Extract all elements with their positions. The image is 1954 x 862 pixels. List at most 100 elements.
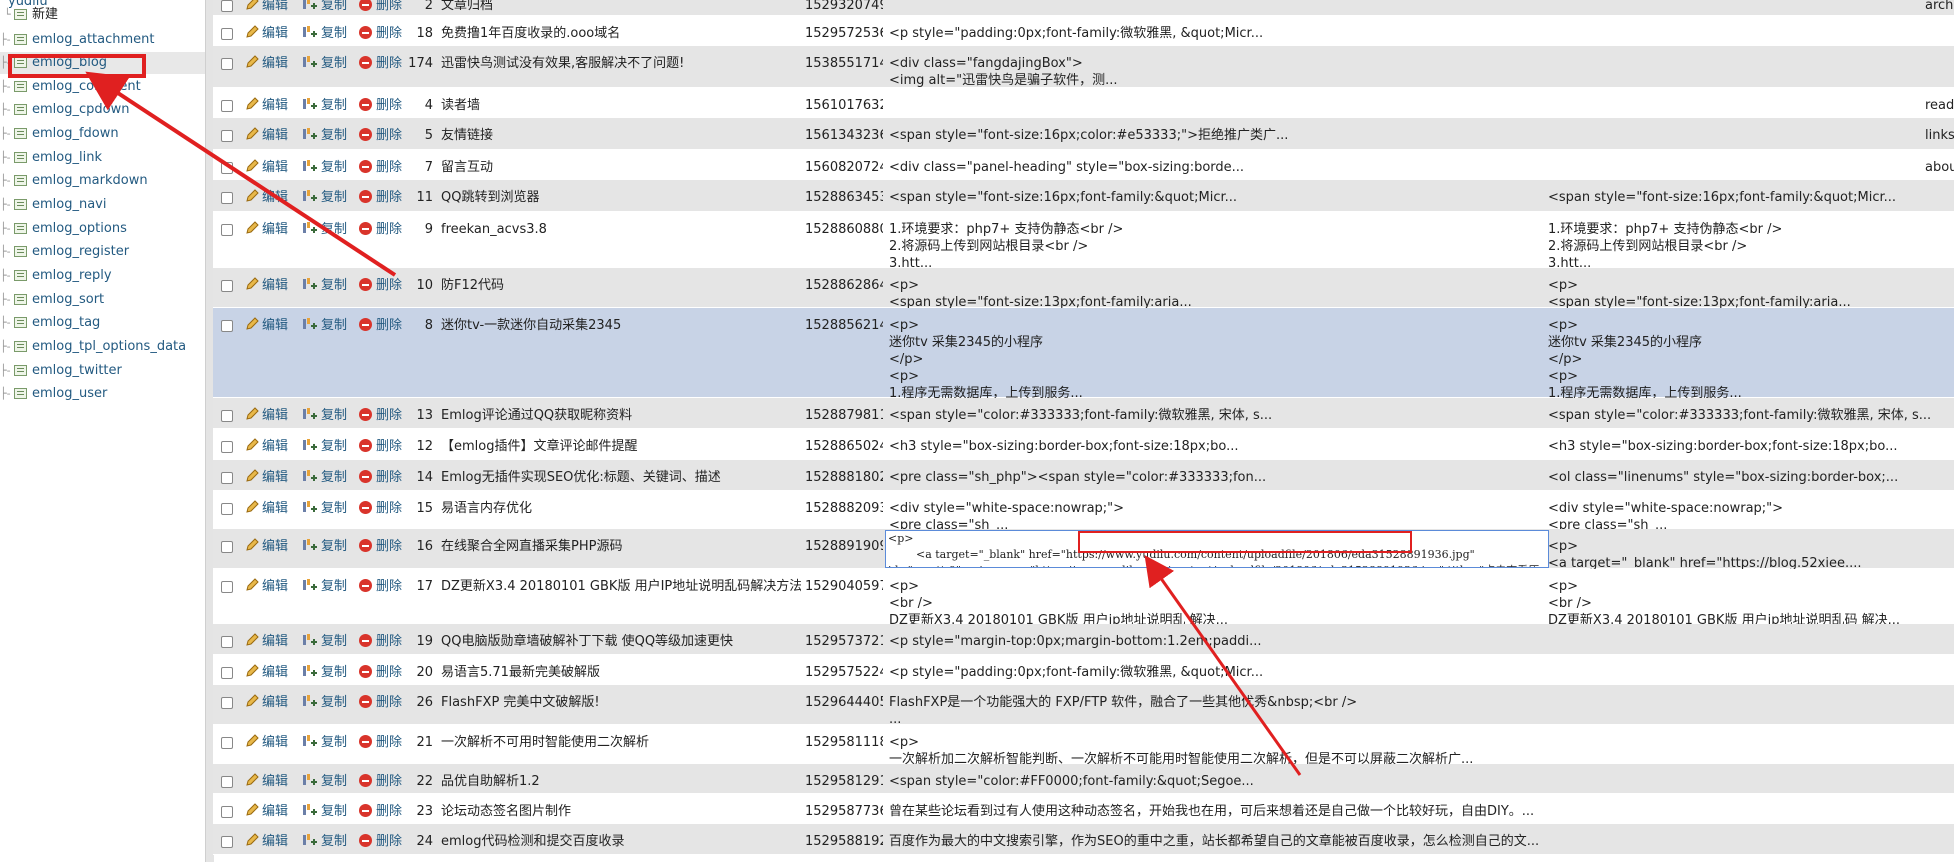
delete-label[interactable]: 删除 <box>376 439 402 454</box>
copy-label[interactable]: 复制 <box>321 665 347 680</box>
copy-label[interactable]: 复制 <box>321 278 347 293</box>
delete-link[interactable]: 删除 <box>359 25 402 43</box>
copy-link[interactable]: 复制 <box>302 97 347 115</box>
delete-link[interactable]: 删除 <box>359 317 402 335</box>
delete-link[interactable]: 删除 <box>359 833 402 851</box>
row-checkbox[interactable] <box>221 320 233 332</box>
edit-label[interactable]: 编辑 <box>262 190 288 205</box>
copy-link[interactable]: 复制 <box>302 833 347 851</box>
row-checkbox[interactable] <box>221 441 233 453</box>
delete-link[interactable]: 删除 <box>359 55 402 73</box>
copy-label[interactable]: 复制 <box>321 439 347 454</box>
copy-label[interactable]: 复制 <box>321 695 347 710</box>
table-row[interactable]: 编辑 复制 删除 14 Emlog无插件实现SEO优化:标题、关键词、描述 1528881… <box>213 460 1954 491</box>
edit-link[interactable]: 编辑 <box>245 664 288 682</box>
copy-label[interactable]: 复制 <box>321 56 347 71</box>
copy-label[interactable]: 复制 <box>321 0 347 13</box>
copy-label[interactable]: 复制 <box>321 128 347 143</box>
delete-label[interactable]: 删除 <box>376 834 402 849</box>
row-checkbox[interactable] <box>221 100 233 112</box>
table-name-label[interactable]: emlog_sort <box>32 289 104 311</box>
delete-link[interactable]: 删除 <box>359 189 402 207</box>
edit-label[interactable]: 编辑 <box>262 579 288 594</box>
copy-label[interactable]: 复制 <box>321 160 347 175</box>
tree-expand-toggle[interactable]: ├- <box>0 360 12 382</box>
table-row[interactable]: 编辑 复制 删除 7 留言互动 1560820724 <div class="panel-h… <box>213 150 1954 180</box>
table-name-label[interactable]: emlog_tag <box>32 312 100 334</box>
table-name-label[interactable]: emlog_comment <box>32 76 141 98</box>
row-checkbox[interactable] <box>221 0 233 12</box>
table-name-label[interactable]: emlog_tpl_options_data <box>32 336 186 358</box>
edit-link[interactable]: 编辑 <box>245 317 288 335</box>
copy-label[interactable]: 复制 <box>321 222 347 237</box>
copy-link[interactable]: 复制 <box>302 500 347 518</box>
table-row[interactable]: 编辑 复制 删除 23 论坛动态签名图片制作 1529587736 曾在某些论坛看到过有人使… <box>213 794 1954 824</box>
copy-label[interactable]: 复制 <box>321 190 347 205</box>
delete-label[interactable]: 删除 <box>376 665 402 680</box>
delete-label[interactable]: 删除 <box>376 408 402 423</box>
copy-link[interactable]: 复制 <box>302 773 347 791</box>
edit-label[interactable]: 编辑 <box>262 160 288 175</box>
edit-label[interactable]: 编辑 <box>262 26 288 41</box>
table-row[interactable]: 编辑 复制 删除 174 迅雷快鸟测试没有效果,客服解决不了问题! 1538551714 <… <box>213 46 1954 88</box>
edit-label[interactable]: 编辑 <box>262 735 288 750</box>
copy-label[interactable]: 复制 <box>321 501 347 516</box>
table-row[interactable]: 编辑 复制 删除 13 Emlog评论通过QQ获取昵称资料 1528879811 <span… <box>213 398 1954 429</box>
delete-label[interactable]: 删除 <box>376 160 402 175</box>
table-row[interactable]: 编辑 复制 删除 2 文章归档 1529320749 archi <box>213 0 1954 16</box>
edit-label[interactable]: 编辑 <box>262 774 288 789</box>
new-table-label[interactable]: 新建 <box>32 4 58 26</box>
row-checkbox[interactable] <box>221 28 233 40</box>
edit-label[interactable]: 编辑 <box>262 634 288 649</box>
table-name-label[interactable]: emlog_link <box>32 147 102 169</box>
table-row[interactable]: 编辑 复制 删除 19 QQ电脑版勋章墙破解补丁下载 使QQ等级加速更快 15295737… <box>213 624 1954 655</box>
row-checkbox[interactable] <box>221 737 233 749</box>
tree-expand-toggle[interactable]: ├- <box>0 99 12 121</box>
table-row[interactable]: 编辑 复制 删除 15 易语言内存优化 1528882093 <div style="whi… <box>213 491 1954 533</box>
row-checkbox[interactable] <box>221 581 233 593</box>
delete-link[interactable]: 删除 <box>359 633 402 651</box>
copy-label[interactable]: 复制 <box>321 98 347 113</box>
delete-label[interactable]: 删除 <box>376 318 402 333</box>
copy-link[interactable]: 复制 <box>302 0 347 15</box>
copy-link[interactable]: 复制 <box>302 277 347 295</box>
tree-expand-toggle[interactable]: ├- <box>0 76 12 98</box>
row-checkbox[interactable] <box>221 503 233 515</box>
edit-link[interactable]: 编辑 <box>245 633 288 651</box>
table-name-label[interactable]: emlog_cpdown <box>32 99 129 121</box>
delete-link[interactable]: 删除 <box>359 773 402 791</box>
delete-label[interactable]: 删除 <box>376 539 402 554</box>
edit-link[interactable]: 编辑 <box>245 159 288 177</box>
row-checkbox[interactable] <box>221 192 233 204</box>
tree-expand-toggle[interactable]: ├- <box>0 218 12 240</box>
edit-label[interactable]: 编辑 <box>262 128 288 143</box>
copy-link[interactable]: 复制 <box>302 633 347 651</box>
row-checkbox[interactable] <box>221 472 233 484</box>
copy-link[interactable]: 复制 <box>302 221 347 239</box>
tree-expand-toggle[interactable]: ├- <box>0 170 12 192</box>
delete-link[interactable]: 删除 <box>359 469 402 487</box>
edit-label[interactable]: 编辑 <box>262 695 288 710</box>
edit-link[interactable]: 编辑 <box>245 694 288 712</box>
table-name-label[interactable]: emlog_reply <box>32 265 112 287</box>
edit-link[interactable]: 编辑 <box>245 803 288 821</box>
delete-label[interactable]: 删除 <box>376 98 402 113</box>
row-checkbox[interactable] <box>221 162 233 174</box>
edit-link[interactable]: 编辑 <box>245 25 288 43</box>
delete-label[interactable]: 删除 <box>376 56 402 71</box>
delete-label[interactable]: 删除 <box>376 278 402 293</box>
table-row[interactable]: 编辑 复制 删除 8 迷你tv-一款迷你自动采集2345 1528856214 <p> 迷你… <box>213 308 1954 401</box>
edit-link[interactable]: 编辑 <box>245 469 288 487</box>
table-row[interactable]: 编辑 复制 删除 12 【emlog插件】文章评论邮件提醒 1528865024 <h3 s… <box>213 429 1954 460</box>
delete-link[interactable]: 删除 <box>359 538 402 556</box>
table-row[interactable]: 编辑 复制 删除 24 emlog代码检测和提交百度收录 1529588192 百度作为最大… <box>213 824 1954 855</box>
delete-label[interactable]: 删除 <box>376 190 402 205</box>
edit-link[interactable]: 编辑 <box>245 407 288 425</box>
copy-label[interactable]: 复制 <box>321 834 347 849</box>
delete-link[interactable]: 删除 <box>359 407 402 425</box>
table-name-label[interactable]: emlog_navi <box>32 194 107 216</box>
edit-label[interactable]: 编辑 <box>262 501 288 516</box>
row-checkbox[interactable] <box>221 697 233 709</box>
edit-link[interactable]: 编辑 <box>245 734 288 752</box>
tree-expand-toggle[interactable]: ├- <box>0 29 12 51</box>
